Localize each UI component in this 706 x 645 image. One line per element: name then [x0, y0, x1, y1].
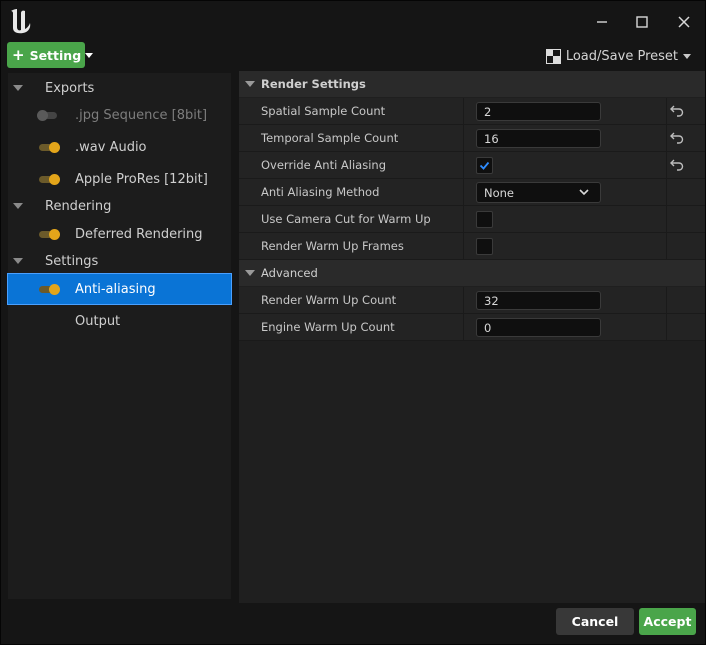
toggle-switch[interactable]: [37, 141, 61, 153]
title-bar: [1, 1, 705, 41]
checkmark-icon: [479, 161, 490, 170]
tree-item-anti-aliasing[interactable]: Anti-aliasing: [7, 273, 232, 305]
prop-label: Engine Warm Up Count: [261, 320, 395, 334]
tree-item-label: Deferred Rendering: [75, 226, 203, 242]
prop-label: Spatial Sample Count: [261, 104, 386, 118]
prop-override-anti-aliasing: Override Anti Aliasing: [239, 152, 705, 179]
add-setting-button[interactable]: + Setting: [7, 42, 94, 68]
reset-to-default-icon[interactable]: [669, 103, 685, 119]
toolbar: + Setting Load/Save Preset: [1, 41, 705, 71]
anti-aliasing-method-dropdown[interactable]: None: [476, 182, 601, 203]
close-button[interactable]: [671, 9, 697, 35]
maximize-button[interactable]: [629, 9, 655, 35]
prop-spatial-sample-count: Spatial Sample Count 2: [239, 98, 705, 125]
reset-to-default-icon[interactable]: [669, 130, 685, 146]
toggle-switch[interactable]: [37, 109, 61, 121]
tree-item-apple-prores[interactable]: Apple ProRes [12bit]: [8, 164, 231, 194]
settings-tree: Exports .jpg Sequence [8bit] .wav Audio …: [7, 73, 232, 599]
prop-label: Temporal Sample Count: [261, 131, 399, 145]
override-anti-aliasing-checkbox[interactable]: [476, 157, 493, 174]
prop-label: Use Camera Cut for Warm Up: [261, 212, 431, 226]
spatial-sample-count-input[interactable]: 2: [476, 102, 601, 121]
tree-item-label: .jpg Sequence [8bit]: [75, 107, 208, 123]
tree-item-label: .wav Audio: [75, 139, 147, 155]
preset-icon: [545, 48, 561, 64]
prop-label: Render Warm Up Count: [261, 293, 397, 307]
accept-button[interactable]: Accept: [639, 608, 696, 635]
use-camera-cut-checkbox[interactable]: [476, 211, 493, 228]
dialog-window: + Setting Load/Save Preset Exports .jpg …: [0, 0, 706, 645]
tree-item-deferred-rendering[interactable]: Deferred Rendering: [8, 219, 231, 249]
render-warm-up-frames-checkbox[interactable]: [476, 238, 493, 255]
tree-item-label: Output: [75, 313, 121, 329]
toggle-switch[interactable]: [37, 228, 61, 240]
prop-label: Anti Aliasing Method: [261, 185, 380, 199]
section-title: Advanced: [261, 266, 318, 280]
tree-group-exports[interactable]: Exports: [8, 73, 231, 103]
tree-item-wav-audio[interactable]: .wav Audio: [8, 132, 231, 162]
reset-to-default-icon[interactable]: [669, 157, 685, 173]
plus-icon: +: [12, 45, 25, 64]
cancel-button[interactable]: Cancel: [556, 608, 634, 635]
tree-item-label: Apple ProRes [12bit]: [75, 171, 208, 187]
tree-item-output[interactable]: Output: [8, 306, 231, 336]
details-panel: Render Settings Spatial Sample Count 2 T…: [239, 71, 705, 603]
section-render-settings[interactable]: Render Settings: [239, 71, 705, 97]
preset-button-label: Load/Save Preset: [565, 48, 678, 64]
render-warm-up-count-input[interactable]: 32: [476, 291, 601, 310]
tree-group-rendering[interactable]: Rendering: [8, 191, 231, 221]
close-icon: [678, 16, 690, 28]
tree-group-settings[interactable]: Settings: [8, 246, 231, 276]
expand-arrow-icon: [13, 203, 23, 209]
expand-arrow-icon: [13, 258, 23, 264]
prop-render-warm-up-count: Render Warm Up Count 32: [239, 287, 705, 314]
expand-arrow-icon: [245, 270, 255, 276]
prop-label: Render Warm Up Frames: [261, 239, 404, 253]
expand-arrow-icon: [245, 81, 255, 87]
chevron-down-icon: [85, 52, 94, 58]
prop-anti-aliasing-method: Anti Aliasing Method None: [239, 179, 705, 206]
engine-warm-up-count-input[interactable]: 0: [476, 318, 601, 337]
unreal-logo-icon: [11, 9, 31, 34]
prop-temporal-sample-count: Temporal Sample Count 16: [239, 125, 705, 152]
tree-item-jpg-sequence[interactable]: .jpg Sequence [8bit]: [8, 100, 231, 130]
expand-arrow-icon: [13, 85, 23, 91]
dialog-footer: Cancel Accept: [1, 603, 705, 644]
prop-render-warm-up-frames: Render Warm Up Frames: [239, 233, 705, 260]
chevron-down-icon: [579, 189, 589, 196]
setting-button-label: Setting: [29, 47, 82, 63]
tree-item-label: Anti-aliasing: [75, 281, 156, 297]
chevron-down-icon: [683, 53, 691, 59]
prop-use-camera-cut: Use Camera Cut for Warm Up: [239, 206, 705, 233]
tree-group-label: Settings: [45, 253, 99, 269]
tree-group-label: Exports: [45, 80, 95, 96]
prop-engine-warm-up-count: Engine Warm Up Count 0: [239, 314, 705, 341]
temporal-sample-count-input[interactable]: 16: [476, 129, 601, 148]
minimize-button[interactable]: [589, 9, 615, 35]
maximize-icon: [636, 16, 648, 28]
toggle-switch[interactable]: [37, 173, 61, 185]
minimize-icon: [597, 21, 607, 23]
prop-label: Override Anti Aliasing: [261, 158, 387, 172]
toggle-switch[interactable]: [37, 283, 61, 295]
load-save-preset-button[interactable]: Load/Save Preset: [545, 46, 691, 66]
dropdown-value: None: [484, 185, 515, 200]
section-title: Render Settings: [261, 77, 366, 91]
section-advanced[interactable]: Advanced: [239, 260, 705, 286]
tree-group-label: Rendering: [45, 198, 112, 214]
